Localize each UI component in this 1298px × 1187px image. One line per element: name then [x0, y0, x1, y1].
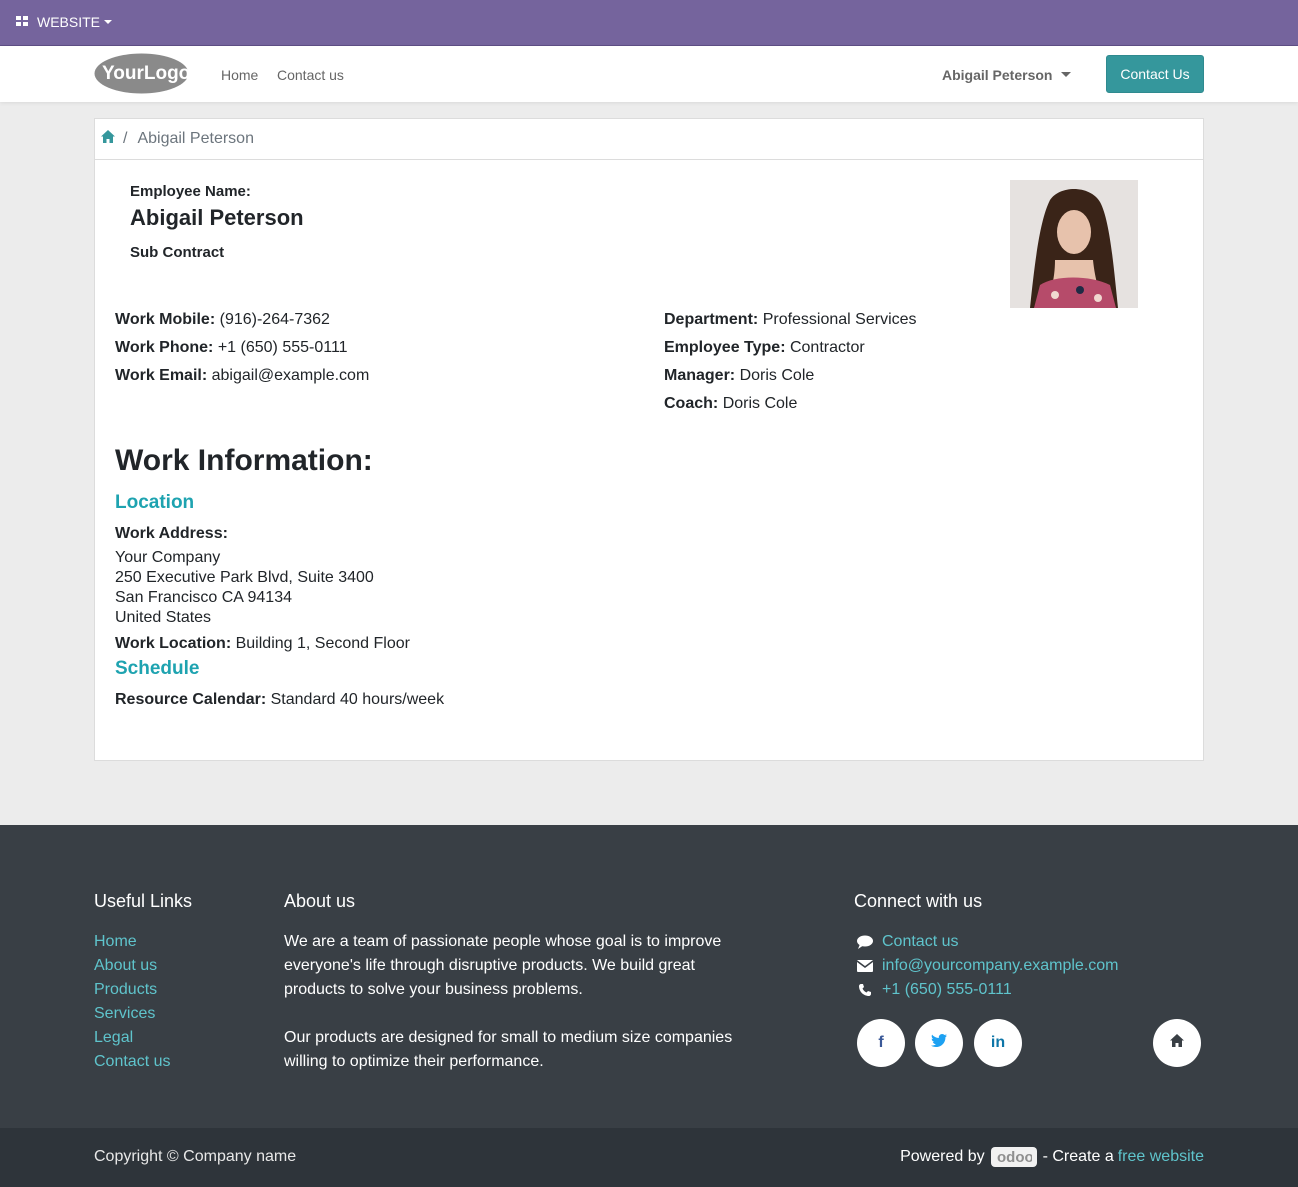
admin-bar: WEBSITE	[0, 0, 1298, 46]
work-information-title: Work Information:	[115, 444, 373, 477]
footer-link-legal[interactable]: Legal	[94, 1026, 170, 1050]
connect-list: Contact us info@yourcompany.example.com …	[856, 930, 1119, 1002]
breadcrumb-current: Abigail Peterson	[137, 130, 254, 147]
connect-contact-us[interactable]: Contact us	[856, 930, 1119, 954]
about-us-title: About us	[284, 891, 356, 911]
website-menu[interactable]: WEBSITE	[16, 14, 113, 30]
work-location-field: Work Location: Building 1, Second Floor	[115, 635, 410, 652]
facebook-button[interactable]: f	[857, 1019, 905, 1067]
caret-down-icon	[1061, 71, 1072, 77]
employee-name-label: Employee Name:	[130, 183, 251, 200]
footer-link-home[interactable]: Home	[94, 930, 170, 954]
site-header: YourLogo Home Contact us Abigail Peterso…	[0, 46, 1298, 102]
connect-title: Connect with us	[854, 891, 983, 911]
apps-grid-icon	[16, 16, 29, 28]
work-email-field: Work Email: abigail@example.com	[115, 367, 370, 384]
home-button[interactable]	[1153, 1019, 1201, 1067]
employee-job: Sub Contract	[130, 244, 225, 261]
useful-links-title: Useful Links	[94, 891, 193, 911]
site-footer: Useful Links Home About us Products Serv…	[0, 825, 1298, 1128]
user-menu[interactable]: Abigail Peterson	[942, 67, 1072, 83]
coach-field: Coach: Doris Cole	[664, 395, 798, 412]
envelope-icon	[856, 959, 874, 973]
copyright-bar: Copyright © Company name Powered by odoo…	[0, 1128, 1298, 1187]
facebook-icon: f	[878, 1034, 884, 1051]
create-label: - Create a	[1042, 1148, 1114, 1165]
phone-icon	[856, 983, 874, 997]
svg-text:odoo: odoo	[997, 1149, 1032, 1166]
manager-field: Manager: Doris Cole	[664, 367, 815, 384]
employee-card: / Abigail Peterson Employee Name: Abigai…	[94, 118, 1204, 761]
linkedin-button[interactable]: in	[974, 1019, 1022, 1067]
footer-link-contact-us[interactable]: Contact us	[94, 1050, 170, 1074]
about-us-paragraph-2: Our products are designed for small to m…	[284, 1029, 733, 1070]
about-us-text: We are a team of passionate people whose…	[284, 930, 734, 1074]
twitter-icon	[931, 1034, 947, 1052]
work-mobile-field: Work Mobile: (916)-264-7362	[115, 311, 330, 328]
footer-link-products[interactable]: Products	[94, 978, 170, 1002]
logo-text: YourLogo	[102, 63, 189, 84]
contact-us-button[interactable]: Contact Us	[1106, 55, 1204, 93]
department-field: Department: Professional Services	[664, 311, 917, 328]
employee-type-field: Employee Type: Contractor	[664, 339, 865, 356]
home-icon	[1170, 1034, 1184, 1052]
powered-by: Powered by odoo - Create a free website	[900, 1147, 1204, 1167]
home-icon[interactable]	[101, 130, 115, 148]
footer-link-about-us[interactable]: About us	[94, 954, 170, 978]
nav-contact-us[interactable]: Contact us	[277, 67, 344, 83]
resource-calendar-field: Resource Calendar: Standard 40 hours/wee…	[115, 691, 445, 708]
nav-home[interactable]: Home	[221, 67, 258, 83]
odoo-logo[interactable]: odoo	[990, 1147, 1037, 1167]
work-address-label: Work Address:	[115, 525, 228, 542]
schedule-title: Schedule	[115, 658, 200, 679]
website-menu-label: WEBSITE	[37, 14, 101, 30]
breadcrumb: / Abigail Peterson	[95, 119, 1203, 160]
twitter-button[interactable]	[915, 1019, 963, 1067]
employee-photo	[1010, 180, 1138, 308]
user-name: Abigail Peterson	[942, 67, 1053, 83]
work-address: Your Company 250 Executive Park Blvd, Su…	[115, 549, 374, 626]
comment-icon	[856, 935, 874, 949]
connect-phone[interactable]: +1 (650) 555-0111	[856, 978, 1119, 1002]
breadcrumb-separator: /	[123, 130, 128, 147]
work-phone-field: Work Phone: +1 (650) 555-0111	[115, 339, 348, 356]
copyright-text: Copyright © Company name	[94, 1148, 297, 1165]
company-logo[interactable]: YourLogo	[94, 53, 190, 94]
about-us-paragraph-1: We are a team of passionate people whose…	[284, 933, 722, 998]
useful-links-list: Home About us Products Services Legal Co…	[94, 930, 170, 1074]
caret-down-icon	[104, 20, 113, 24]
employee-name: Abigail Peterson	[130, 205, 304, 230]
footer-link-services[interactable]: Services	[94, 1002, 170, 1026]
powered-by-label: Powered by	[900, 1148, 985, 1165]
connect-email[interactable]: info@yourcompany.example.com	[856, 954, 1119, 978]
linkedin-icon: in	[990, 1034, 1006, 1051]
location-title: Location	[115, 492, 195, 513]
free-website-link[interactable]: free website	[1118, 1148, 1204, 1166]
